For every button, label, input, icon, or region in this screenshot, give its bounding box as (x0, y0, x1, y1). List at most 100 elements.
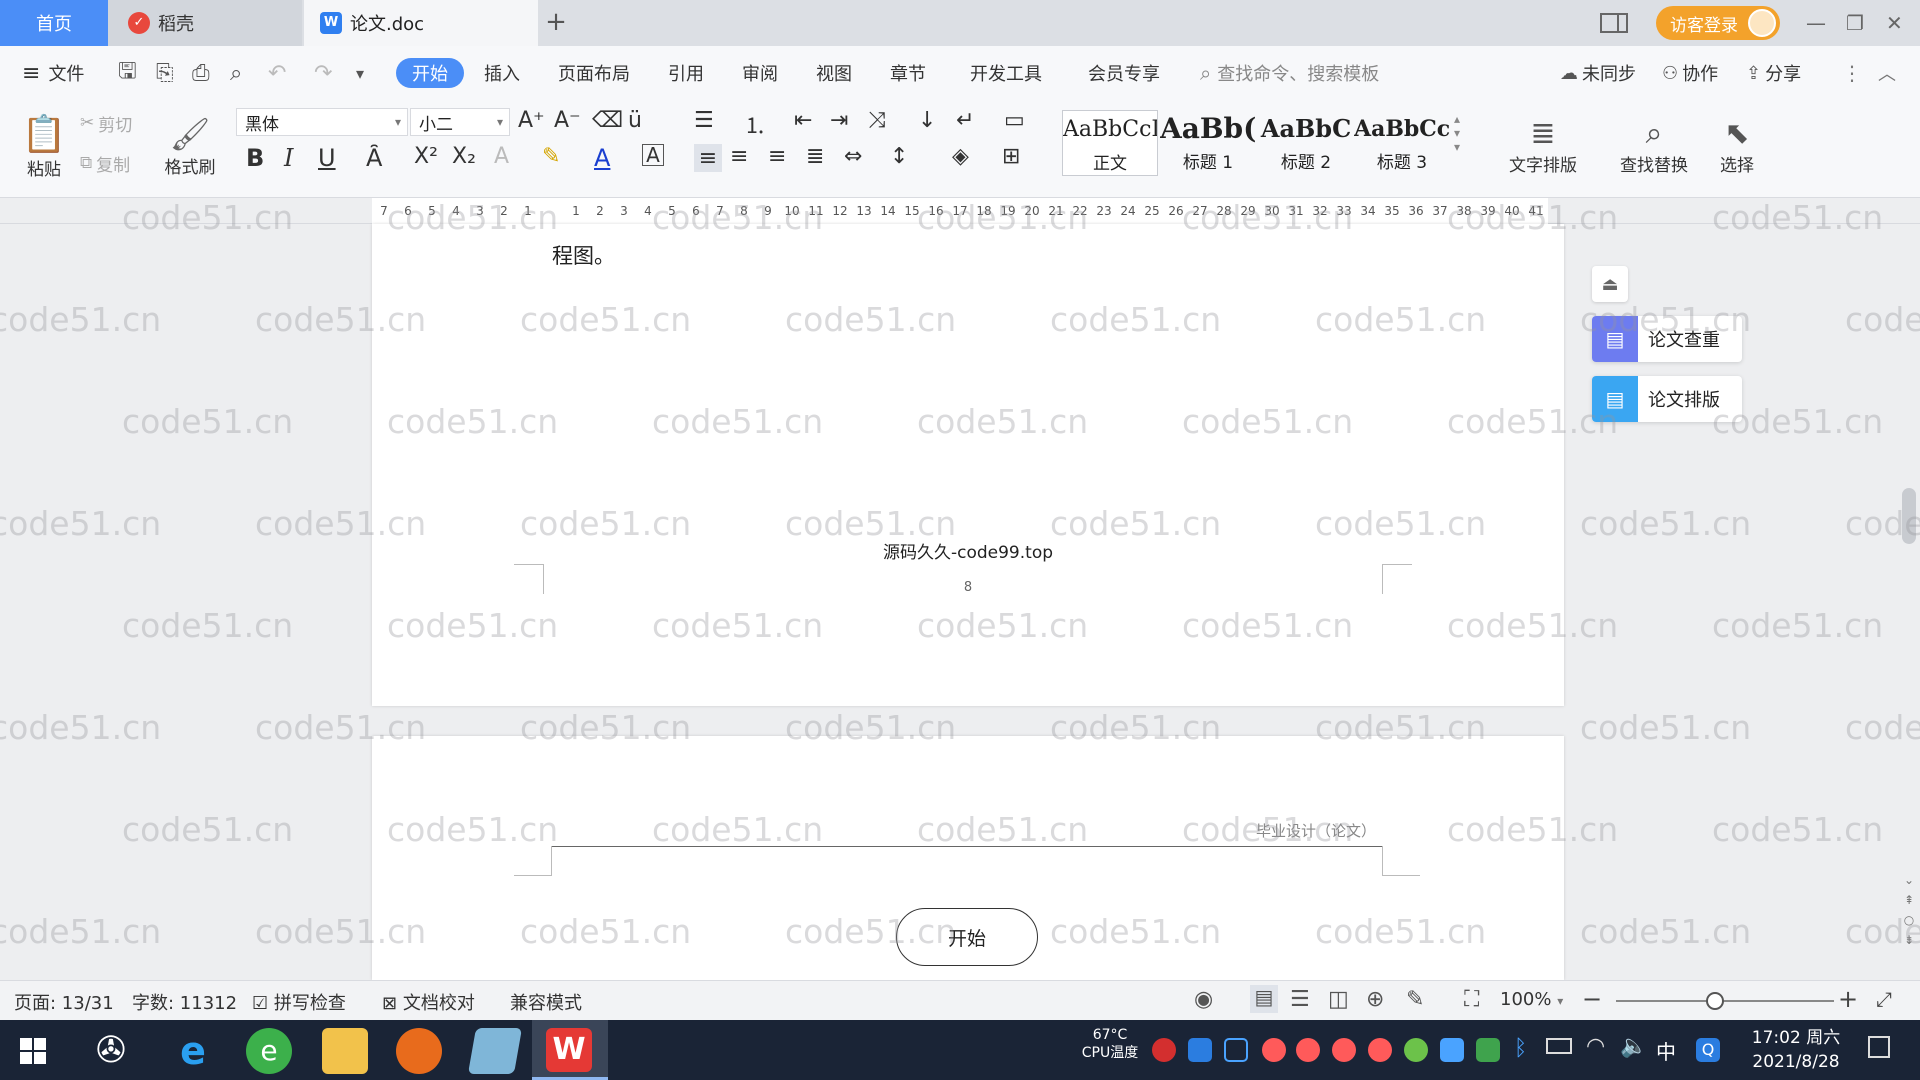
share-button[interactable]: ⇪ 分享 (1746, 46, 1801, 100)
qq-icon[interactable] (1332, 1038, 1356, 1062)
cut-button[interactable]: ✂ 剪切 (80, 108, 132, 138)
browser-360-icon[interactable]: e (246, 1028, 292, 1074)
print-preview-icon[interactable]: ⌕ (230, 46, 242, 100)
web-view-icon[interactable]: ⊕ (1366, 987, 1384, 1012)
wps-taskbar-button[interactable]: W (532, 1020, 608, 1080)
internet-explorer-icon[interactable]: e (170, 1028, 216, 1074)
style-heading-3[interactable]: AaBbCcl 标题 3 (1354, 110, 1450, 176)
bullet-list-icon[interactable]: ☰ (694, 108, 714, 133)
italic-icon[interactable]: I (284, 144, 293, 172)
redo-icon[interactable]: ↷ (314, 46, 332, 100)
style-gallery-scroll[interactable]: ▴ ▾ ▾ (1454, 112, 1460, 154)
zoom-select[interactable]: 100% ▾ (1500, 989, 1563, 1010)
fullscreen-icon[interactable]: ⤢ (1876, 987, 1892, 1011)
vertical-scrollbar[interactable]: ⌄ ⇞ ○ ⇟ (1898, 224, 1920, 980)
distributed-icon[interactable]: ⇔ (844, 144, 862, 169)
tab-home[interactable]: 首页 (0, 0, 108, 46)
search-tray-icon[interactable]: Q (1696, 1038, 1720, 1062)
proofread-button[interactable]: ⊠ 文档校对 (382, 989, 475, 1015)
command-search[interactable]: ⌕ 查找命令、搜索模板 (1200, 46, 1379, 100)
media-player-icon[interactable] (396, 1028, 442, 1074)
text-layout-button[interactable]: ≣ 文字排版 (1506, 106, 1580, 186)
file-explorer-icon[interactable] (322, 1028, 368, 1074)
superscript-icon[interactable]: X² (414, 144, 438, 169)
clear-format-icon[interactable]: ⌫ (592, 108, 623, 133)
zoom-in-icon[interactable]: + (1838, 985, 1858, 1013)
nvidia-icon[interactable] (1476, 1038, 1500, 1062)
menu-tab-developer[interactable]: 开发工具 (970, 46, 1042, 100)
notification-icon[interactable] (1868, 1036, 1890, 1058)
fit-page-icon[interactable]: ⛶ (1464, 987, 1479, 1012)
increase-indent-icon[interactable]: ⇥ (830, 108, 848, 133)
page-nav-icons[interactable]: ⌄ ⇞ ○ ⇟ (1902, 870, 1916, 950)
export-icon[interactable]: ⎘ (156, 46, 174, 100)
decrease-indent-icon[interactable]: ⇤ (794, 108, 812, 133)
style-normal[interactable]: AaBbCcI 正文 (1062, 110, 1158, 176)
grow-font-icon[interactable]: A⁺ (518, 108, 545, 133)
new-tab-button[interactable]: + (540, 6, 572, 38)
page-view-icon[interactable]: ▤ (1250, 985, 1278, 1013)
paste-button[interactable]: 📋 粘贴 (14, 106, 74, 186)
phonetic-icon[interactable]: ü (628, 108, 642, 133)
tab-daoke[interactable]: ✓ 稻壳 (108, 0, 302, 46)
save-icon[interactable]: 🖫 (118, 46, 137, 100)
cpu-temp-widget[interactable]: 67°C CPU温度 (1074, 1026, 1146, 1062)
scrollbar-thumb[interactable] (1902, 488, 1916, 544)
minimize-icon[interactable]: — (1806, 0, 1826, 46)
bluetooth-icon[interactable]: ᛒ (1514, 1036, 1527, 1061)
text-effect-icon[interactable]: A (494, 144, 509, 169)
eye-protection-icon[interactable]: ◉ (1194, 987, 1213, 1012)
undo-icon[interactable]: ↶ (268, 46, 286, 100)
subscript-icon[interactable]: X₂ (452, 144, 476, 169)
tray-app-icon[interactable] (1188, 1038, 1212, 1062)
menu-tab-review[interactable]: 审阅 (742, 46, 778, 100)
wifi-icon[interactable]: ◠ (1586, 1034, 1605, 1059)
qq-icon[interactable] (1262, 1038, 1286, 1062)
menu-tab-member[interactable]: 会员专享 (1088, 46, 1160, 100)
visitor-login-button[interactable]: 访客登录 (1656, 6, 1780, 40)
chinese-layout-icon[interactable]: ⤨ (868, 108, 886, 133)
collapse-panel-icon[interactable]: ⏏ (1592, 266, 1628, 302)
character-border-icon[interactable]: A (642, 143, 664, 167)
thesis-layout-button[interactable]: ▤ 论文排版 (1592, 376, 1742, 422)
spell-check-button[interactable]: ☑ 拼写检查 (252, 989, 346, 1015)
tray-app-icon[interactable] (1152, 1038, 1176, 1062)
copy-button[interactable]: ⧉ 复制 (80, 148, 130, 178)
collaborate-button[interactable]: ⚇ 协作 (1662, 46, 1718, 100)
style-heading-1[interactable]: AaBb( 标题 1 (1160, 110, 1256, 176)
menu-tab-references[interactable]: 引用 (668, 46, 704, 100)
reading-view-icon[interactable]: ◫ (1328, 987, 1349, 1012)
align-left-icon[interactable]: ≡ (694, 144, 722, 172)
qq-icon[interactable] (1368, 1038, 1392, 1062)
clock[interactable]: 17:02 周六 2021/8/28 (1736, 1026, 1856, 1074)
zoom-out-icon[interactable]: − (1582, 985, 1602, 1013)
sort-icon[interactable]: ↓ (918, 108, 936, 133)
restore-icon[interactable]: ❐ (1846, 0, 1864, 46)
windows-start-icon[interactable] (20, 1038, 46, 1064)
show-marks-icon[interactable]: ↵ (956, 108, 974, 133)
window-layout-icon[interactable] (1600, 0, 1630, 46)
menu-tab-view[interactable]: 视图 (816, 46, 852, 100)
font-size-select[interactable]: 小二 ▾ (410, 108, 510, 136)
line-spacing-icon[interactable]: ↕ (890, 144, 908, 169)
ime-indicator[interactable]: 中 (1656, 1036, 1676, 1065)
quick-access-dropdown-icon[interactable]: ▾ (356, 46, 364, 100)
find-replace-button[interactable]: ⌕ 查找替换 (1614, 106, 1694, 186)
style-heading-2[interactable]: AaBbC 标题 2 (1258, 110, 1354, 176)
pinwheel-app-icon[interactable]: ✇ (88, 1028, 134, 1074)
tray-app-icon[interactable] (1440, 1038, 1464, 1062)
menu-tab-start[interactable]: 开始 (396, 58, 464, 88)
menu-tab-page-layout[interactable]: 页面布局 (558, 46, 630, 100)
qq-icon[interactable] (1296, 1038, 1320, 1062)
bold-icon[interactable]: B (246, 144, 264, 172)
document-page-13[interactable]: 程图。 源码久久-code99.top 8 (372, 224, 1564, 706)
tray-app-icon[interactable] (1404, 1038, 1428, 1062)
align-right-icon[interactable]: ≡ (768, 144, 786, 169)
numbered-list-icon[interactable]: ⒈ (744, 108, 766, 140)
thesis-check-button[interactable]: ▤ 论文查重 (1592, 316, 1742, 362)
shrink-font-icon[interactable]: A⁻ (554, 108, 581, 133)
menu-tab-insert[interactable]: 插入 (484, 46, 520, 100)
shading-icon[interactable]: ◈ (952, 144, 969, 169)
table-ruler-icon[interactable]: ▭ (1004, 108, 1025, 133)
write-view-icon[interactable]: ✎ (1406, 987, 1424, 1012)
